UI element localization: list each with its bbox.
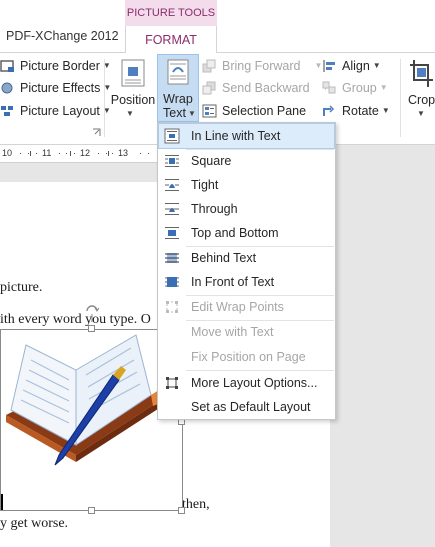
document-text-line: picture. [0,280,43,295]
document-text-line: ith every word you type. O [0,312,151,327]
square-wrap-icon [165,155,179,167]
menu-item-square[interactable]: Square [159,149,334,173]
group-label: Group [342,80,377,95]
position-icon [121,59,145,87]
menu-item-label: Top and Bottom [191,226,279,240]
menu-item-through[interactable]: Through [159,197,334,221]
chevron-down-icon: ▼ [417,109,425,118]
menu-item-in-front-of-text[interactable]: In Front of Text [159,270,334,294]
menu-item-behind-text[interactable]: Behind Text [159,246,334,270]
top-bottom-wrap-icon [165,227,179,239]
menu-item-label: Fix Position on Page [191,350,306,364]
menu-item-more-layout-options[interactable]: More Layout Options... [159,371,334,395]
chevron-down-icon: ▼ [381,106,390,115]
menu-item-label: Tight [191,178,219,192]
crop-icon [410,60,433,87]
menu-item-label: Behind Text [191,251,257,265]
wrap-text-label-line1: Wrap [163,92,193,106]
crop-label: Crop [408,93,435,107]
chevron-down-icon: ▼ [379,83,388,92]
wrap-text-label-line2: Text [163,106,186,120]
send-backward-button[interactable]: Send Backward▼ [202,77,329,98]
dialog-launcher-icon[interactable] [92,128,101,137]
menu-item-move-with-text[interactable]: Move with Text [159,320,334,344]
selection-pane-button[interactable]: Selection Pane [202,100,306,121]
edit-wrap-points-icon [166,301,178,313]
rotate-label: Rotate [342,103,379,118]
menu-item-label: Set as Default Layout [191,400,311,414]
chevron-down-icon: ▼ [188,109,196,118]
chevron-down-icon: ▼ [126,109,134,118]
menu-item-label: Move with Text [191,325,274,339]
align-label: Align [342,58,370,73]
wrap-text-button[interactable]: Wrap Text ▼ [157,54,199,122]
picture-tools-header: PICTURE TOOLS [125,0,217,26]
menu-item-fix-position-on-page[interactable]: Fix Position on Page [159,345,334,369]
picture-layout-label: Picture Layout [20,103,100,118]
behind-text-icon [165,253,179,263]
wrap-text-menu: In Line with Text Square Tight Through T… [157,122,336,420]
menu-item-label: In Line with Text [191,129,281,143]
inline-text-icon [164,128,180,144]
ribbon-tabs-row [0,0,435,52]
align-icon [323,59,335,72]
menu-item-label: In Front of Text [191,275,275,289]
wrap-text-icon [167,59,189,85]
picture-border-button[interactable]: Picture Border ▼ [0,55,111,76]
align-button[interactable]: Align ▼ [322,55,381,76]
in-front-text-icon [165,277,179,287]
group-button[interactable]: Group ▼ [322,77,388,98]
resize-handle[interactable] [178,507,185,514]
rotate-icon [323,104,335,116]
menu-item-label: Edit Wrap Points [191,300,284,314]
selection-pane-label: Selection Pane [222,103,307,118]
group-separator [400,59,401,137]
selected-picture[interactable] [0,329,183,511]
ruler-ticks [20,151,149,156]
resize-handle[interactable] [88,325,95,332]
resize-handle[interactable] [88,507,95,514]
selection-pane-icon [202,104,217,117]
picture-layout-icon [1,105,13,116]
tab-pdf-xchange[interactable]: PDF-XChange 2012 [6,29,119,43]
send-backward-label: Send Backward [222,80,310,95]
picture-effects-label: Picture Effects [20,80,101,95]
open-book-pen-image [6,334,163,466]
menu-item-label: Through [191,202,238,216]
position-button[interactable]: Position ▼ [108,55,156,135]
menu-item-edit-wrap-points[interactable]: Edit Wrap Points [159,295,334,319]
menu-item-set-as-default-layout[interactable]: Set as Default Layout [159,395,334,419]
menu-item-top-and-bottom[interactable]: Top and Bottom [159,221,334,245]
menu-item-tight[interactable]: Tight [159,173,334,197]
layout-options-icon [166,377,178,389]
chevron-down-icon: ▼ [372,61,381,70]
crop-button[interactable]: Crop ▼ [404,55,435,135]
picture-effects-button[interactable]: Picture Effects ▼ [0,77,111,98]
position-label: Position [110,93,156,107]
bring-forward-button[interactable]: Bring Forward ▼ [202,55,322,76]
menu-item-label: Square [191,154,232,168]
group-separator [104,59,105,137]
picture-effects-icon [1,82,13,93]
menu-item-in-line-with-text[interactable]: In Line with Text [158,123,335,149]
rotate-handle-icon[interactable] [84,302,100,322]
rotate-button[interactable]: Rotate ▼ [322,100,390,121]
document-background [330,145,435,547]
send-backward-icon [202,81,216,94]
menu-item-label: More Layout Options... [191,376,318,390]
picture-border-label: Picture Border [20,58,100,73]
bring-forward-label: Bring Forward [222,58,301,73]
through-wrap-icon [165,203,179,215]
picture-layout-button[interactable]: Picture Layout ▼ [0,100,111,121]
picture-border-icon [0,59,14,72]
bring-forward-icon [202,59,216,72]
document-text-line: then, [182,497,210,512]
tight-wrap-icon [165,179,179,191]
tab-format[interactable]: FORMAT [125,26,217,53]
document-text-line: y get worse. [0,516,69,531]
group-icon [322,81,336,93]
